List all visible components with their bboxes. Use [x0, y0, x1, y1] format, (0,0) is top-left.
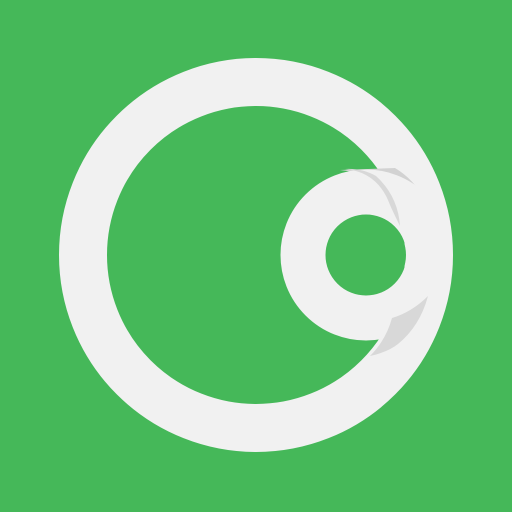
app-icon: [0, 0, 512, 512]
inner-loop-hole: [326, 215, 406, 295]
ring-with-inner-loop-logo-icon: [0, 0, 512, 512]
